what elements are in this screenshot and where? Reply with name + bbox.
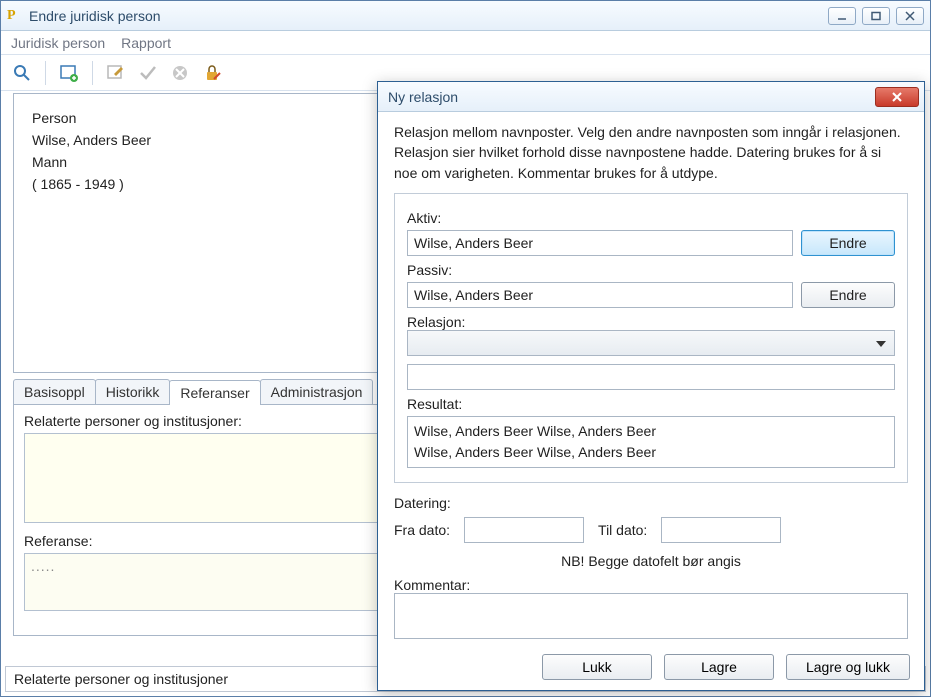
datering-label: Datering: — [394, 495, 908, 511]
separator-icon — [45, 61, 46, 85]
aktiv-label: Aktiv: — [407, 210, 895, 226]
menu-rapport[interactable]: Rapport — [121, 35, 171, 51]
date-note: NB! Begge datofelt bør angis — [394, 553, 908, 569]
tab-basisoppl[interactable]: Basisoppl — [13, 379, 96, 404]
passiv-label: Passiv: — [407, 262, 895, 278]
passiv-endre-button[interactable]: Endre — [801, 282, 895, 308]
dialog-titlebar: Ny relasjon — [378, 82, 924, 112]
kommentar-label: Kommentar: — [394, 577, 908, 593]
resultat-box: Wilse, Anders Beer Wilse, Anders Beer Wi… — [407, 416, 895, 468]
app-icon: P — [7, 8, 23, 24]
til-dato-input[interactable] — [661, 517, 781, 543]
til-dato-label: Til dato: — [598, 522, 647, 538]
minimize-button[interactable] — [828, 7, 856, 25]
lock-icon[interactable] — [201, 62, 223, 84]
aktiv-endre-button[interactable]: Endre — [801, 230, 895, 256]
passiv-input[interactable]: Wilse, Anders Beer — [407, 282, 793, 308]
dialog-ny-relasjon: Ny relasjon Relasjon mellom navnposter. … — [377, 81, 925, 691]
tab-referanser[interactable]: Referanser — [169, 380, 260, 405]
new-record-icon[interactable] — [58, 62, 80, 84]
separator-icon — [92, 61, 93, 85]
tab-administrasjon[interactable]: Administrasjon — [260, 379, 374, 404]
edit-icon[interactable] — [105, 62, 127, 84]
lukk-button[interactable]: Lukk — [542, 654, 652, 680]
window-controls — [828, 7, 924, 25]
cancel-icon[interactable] — [169, 62, 191, 84]
window-title: Endre juridisk person — [29, 8, 828, 24]
passiv-value: Wilse, Anders Beer — [414, 287, 533, 303]
dialog-intro-text: Relasjon mellom navnposter. Velg den and… — [394, 122, 908, 183]
menubar: Juridisk person Rapport — [1, 31, 930, 55]
dialog-title: Ny relasjon — [388, 89, 875, 105]
relasjon-label: Relasjon: — [407, 314, 895, 330]
aktiv-value: Wilse, Anders Beer — [414, 235, 533, 251]
close-button[interactable] — [896, 7, 924, 25]
dialog-footer: Lukk Lagre Lagre og lukk — [542, 654, 910, 680]
main-window: P Endre juridisk person Juridisk person … — [0, 0, 931, 697]
lagre-button[interactable]: Lagre — [664, 654, 774, 680]
search-icon[interactable] — [11, 62, 33, 84]
relasjon-text-input[interactable] — [407, 364, 895, 390]
menu-juridisk-person[interactable]: Juridisk person — [11, 35, 105, 51]
aktiv-input[interactable]: Wilse, Anders Beer — [407, 230, 793, 256]
lagre-og-lukk-button[interactable]: Lagre og lukk — [786, 654, 910, 680]
kommentar-input[interactable] — [394, 593, 908, 639]
resultat-line-1: Wilse, Anders Beer Wilse, Anders Beer — [414, 421, 888, 442]
confirm-icon[interactable] — [137, 62, 159, 84]
statusbar-text: Relaterte personer og institusjoner — [14, 671, 228, 687]
relation-fieldset: Aktiv: Wilse, Anders Beer Endre Passiv: … — [394, 193, 908, 483]
dialog-body: Relasjon mellom navnposter. Velg den and… — [378, 112, 924, 649]
relasjon-dropdown[interactable] — [407, 330, 895, 356]
maximize-button[interactable] — [862, 7, 890, 25]
fra-dato-input[interactable] — [464, 517, 584, 543]
resultat-label: Resultat: — [407, 396, 895, 412]
reference-value: ..... — [31, 558, 55, 574]
fra-dato-label: Fra dato: — [394, 522, 450, 538]
main-titlebar: P Endre juridisk person — [1, 1, 930, 31]
resultat-line-2: Wilse, Anders Beer Wilse, Anders Beer — [414, 442, 888, 463]
tab-historikk[interactable]: Historikk — [95, 379, 171, 404]
dialog-close-button[interactable] — [875, 87, 919, 107]
